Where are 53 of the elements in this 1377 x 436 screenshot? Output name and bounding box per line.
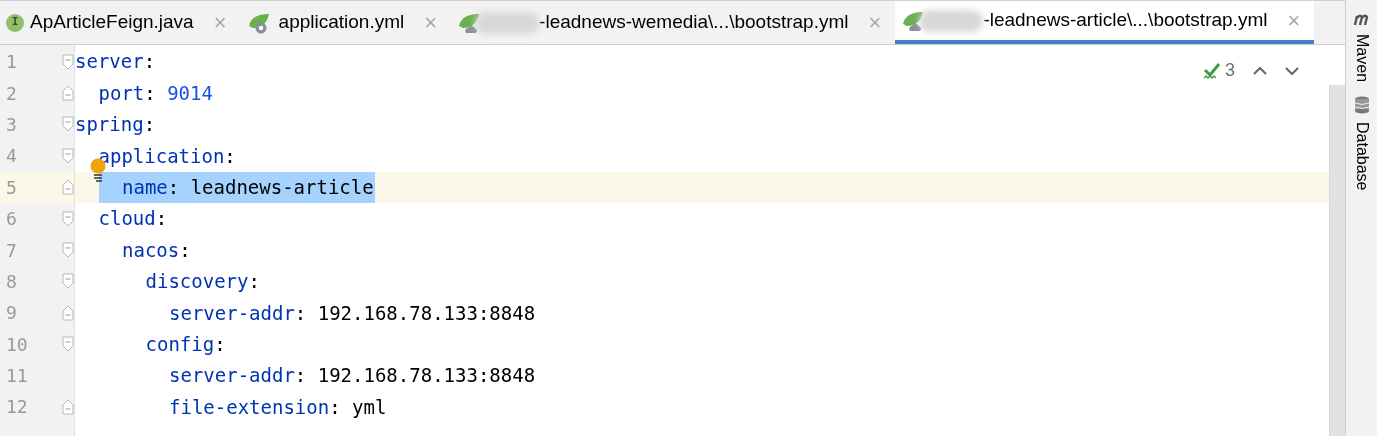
fold-end-icon[interactable] xyxy=(62,399,74,415)
database-icon[interactable] xyxy=(1353,96,1370,115)
line-number: 3 xyxy=(6,112,17,137)
code-line: file-extension: yml xyxy=(169,395,387,418)
line-number: 7 xyxy=(6,238,17,263)
fold-end-icon[interactable] xyxy=(62,304,74,321)
editor-tab[interactable]: -leadnews-article\...\bootstrap.yml × xyxy=(895,1,1315,44)
fold-icon[interactable] xyxy=(62,242,74,259)
editor-tab[interactable]: I ApArticleFeign.java × xyxy=(0,1,241,44)
editor-tab[interactable]: -leadnews-wemedia\...\bootstrap.yml × xyxy=(451,1,896,44)
scrollbar[interactable] xyxy=(1329,85,1345,436)
line-number: 1 xyxy=(6,50,17,75)
tab-label: -leadnews-wemedia\...\bootstrap.yml xyxy=(539,10,849,35)
tool-window-button[interactable]: Database xyxy=(1349,122,1374,191)
code-line: spring: xyxy=(75,113,156,136)
line-number: 8 xyxy=(6,269,17,294)
code-line: config: xyxy=(145,332,226,355)
fold-icon[interactable] xyxy=(62,210,74,227)
fold-end-icon[interactable] xyxy=(62,85,74,102)
line-number: 10 xyxy=(6,332,28,357)
line-number: 6 xyxy=(6,207,17,232)
interface-icon: I xyxy=(6,13,24,32)
inspection-count[interactable]: 3 xyxy=(1225,57,1235,84)
tab-label: ApArticleFeign.java xyxy=(30,10,194,35)
code-line: server-addr: 192.168.78.133:8848 xyxy=(169,364,536,387)
line-number: 5 xyxy=(6,175,17,200)
fold-icon[interactable] xyxy=(62,147,74,164)
line-number: 11 xyxy=(6,364,28,389)
code-line: port: 9014 xyxy=(98,81,213,104)
tab-label: application.yml xyxy=(278,10,405,35)
chevron-down-icon[interactable] xyxy=(1285,65,1299,76)
fold-icon[interactable] xyxy=(62,116,74,133)
fold-end-icon[interactable] xyxy=(62,179,74,196)
editor-tab[interactable]: application.yml × xyxy=(240,1,452,44)
code-line: name: leadnews-article xyxy=(122,175,374,200)
fold-icon[interactable] xyxy=(62,336,74,353)
line-number: 9 xyxy=(6,301,17,326)
fold-icon[interactable] xyxy=(62,273,74,290)
line-number: 12 xyxy=(6,395,28,420)
code-line: cloud: xyxy=(98,207,168,230)
fold-icon[interactable] xyxy=(62,53,74,70)
code-line: server-addr: 192.168.78.133:8848 xyxy=(169,301,536,324)
tool-window-button[interactable]: Maven xyxy=(1349,34,1374,83)
tab-label: -leadnews-article\...\bootstrap.yml xyxy=(983,8,1268,33)
code-line: application: xyxy=(98,144,236,167)
line-number: 4 xyxy=(6,144,17,169)
code-line: server: xyxy=(75,50,156,73)
line-number: 2 xyxy=(6,81,17,106)
code-line: discovery: xyxy=(145,270,260,293)
maven-icon[interactable] xyxy=(1352,12,1371,26)
chevron-up-icon[interactable] xyxy=(1253,65,1267,76)
check-icon[interactable] xyxy=(1203,61,1221,80)
code-line: nacos: xyxy=(122,238,191,261)
